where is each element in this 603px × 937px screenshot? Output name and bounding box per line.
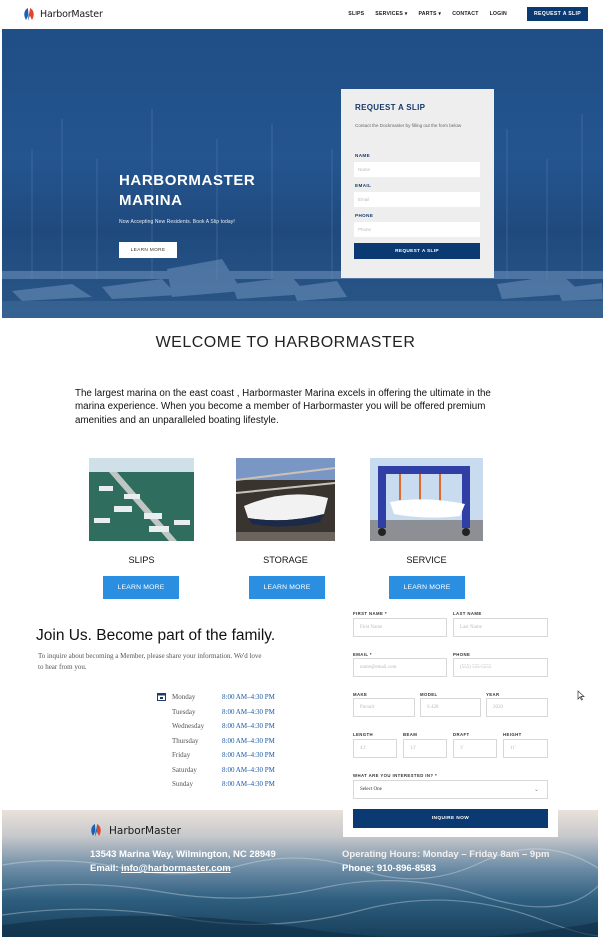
hours-day: Saturday [172,766,197,774]
phone-label: PHONE [453,652,471,657]
model-label: MODEL [420,692,438,697]
nav-link-slips[interactable]: SLIPS [348,11,364,17]
hours-time: 8:00 AM–4:30 PM [222,722,275,730]
service-card-slips: SLIPS LEARN MORE [89,458,194,599]
welcome-text: The largest marina on the east coast , H… [75,388,491,426]
service-label-service: SERVICE [406,555,447,565]
email-input[interactable]: Email [354,192,480,207]
slips-learn-more-button[interactable]: LEARN MORE [103,576,179,599]
hours-time: 8:00 AM–4:30 PM [222,693,275,701]
year-label: YEAR [486,692,500,697]
logo-icon [24,8,34,21]
name-input[interactable]: Name [354,162,480,177]
footer-phone: Phone: 910-896-8583 [342,863,436,874]
nav-link-parts[interactable]: PARTS ▾ [419,11,442,17]
caret-down-icon: ▾ [404,11,408,17]
footer-brand-logo[interactable]: HarborMaster [89,822,181,839]
height-input[interactable]: 11' [503,739,548,758]
cursor-icon [577,690,585,701]
beam-input[interactable]: 13' [403,739,447,758]
service-label-storage: STORAGE [263,555,308,565]
length-input[interactable]: 43' [353,739,397,758]
calendar-icon [157,693,166,701]
interest-selected-value: Select One [360,787,382,792]
storage-image [235,458,336,541]
interest-label: WHAT ARE YOU INTERESTED IN? * [353,773,438,778]
inquiry-form: FIRST NAME * First Name LAST NAME Last N… [343,607,558,837]
join-title: Join Us. Become part of the family. [36,627,276,644]
footer-brand-name: HarborMaster [109,824,181,837]
length-label: LENGTH [353,732,374,737]
service-image [370,458,483,541]
storage-learn-more-button[interactable]: LEARN MORE [249,576,325,599]
nav-link-label: PARTS [418,11,437,17]
make-input[interactable]: Pursuit [353,698,415,717]
first-name-label: FIRST NAME * [353,611,387,616]
nav-link-label: SERVICES [375,11,404,17]
slips-image [89,458,194,541]
welcome-title: WELCOME TO HARBORMASTER [155,334,416,351]
height-label: HEIGHT [503,732,522,737]
chevron-down-icon: ⌄ [533,787,539,793]
name-label: NAME [355,153,371,158]
footer-address: 13543 Marina Way, Wilmington, NC 28949 [90,849,276,860]
email-label: EMAIL * [353,652,372,657]
service-learn-more-button[interactable]: LEARN MORE [389,576,465,599]
service-card-service: SERVICE LEARN MORE [370,458,483,599]
beam-label: BEAM [403,732,418,737]
footer-hours: Operating Hours: Monday – Friday 8am – 9… [342,849,550,860]
hero-learn-more-button[interactable]: LEARN MORE [119,242,177,258]
model-input[interactable]: S 428 [420,698,481,717]
footer-email-link[interactable]: info@harbormaster.com [121,863,231,874]
logo-icon [91,824,101,837]
form-title: REQUEST A SLIP [355,103,426,112]
draft-input[interactable]: 3' [453,739,497,758]
request-slip-submit-button[interactable]: REQUEST A SLIP [354,243,480,259]
hours-day: Tuesday [172,708,196,716]
form-description: Contact the Dockmaster by filling out th… [355,123,462,128]
hero-section: HARBORMASTER MARINA Now Accepting New Re… [2,29,603,318]
hours-time: 8:00 AM–4:30 PM [222,751,275,759]
hero-background-image [2,109,603,318]
footer-email-label: Email: [90,863,122,874]
phone-input[interactable]: (555) 555-5555 [453,658,548,677]
top-nav: HarborMaster SLIPS SERVICES ▾ PARTS ▾ CO… [0,0,603,29]
nav-link-contact[interactable]: CONTACT [452,11,478,17]
service-card-storage: STORAGE LEARN MORE [235,458,336,599]
nav-link-login[interactable]: LOGIN [490,11,507,17]
phone-label: PHONE [355,213,374,218]
interest-select[interactable]: Select One ⌄ [353,780,548,799]
hours-day: Wednesday [172,722,205,730]
brand-logo[interactable]: HarborMaster [22,7,103,22]
hours-day: Friday [172,751,191,759]
email-label: EMAIL [355,183,372,188]
hours-time: 8:00 AM–4:30 PM [222,708,275,716]
hours-time: 8:00 AM–4:30 PM [222,766,275,774]
hours-day: Thursday [172,737,199,745]
nav-link-services[interactable]: SERVICES ▾ [375,11,407,17]
draft-label: DRAFT [453,732,470,737]
hero-title: HARBORMASTER MARINA [119,172,256,209]
hours-time: 8:00 AM–4:30 PM [222,737,275,745]
request-slip-nav-button[interactable]: REQUEST A SLIP [527,7,588,21]
hero-subtitle: Now Accepting New Residents. Book A Slip… [119,219,235,225]
phone-input[interactable]: Phone [354,222,480,237]
make-label: MAKE [353,692,368,697]
inquire-now-button[interactable]: INQUIRE NOW [353,809,548,828]
caret-down-icon: ▾ [438,11,442,17]
request-slip-form: REQUEST A SLIP Contact the Dockmaster by… [341,89,494,278]
hours-time: 8:00 AM–4:30 PM [222,780,275,788]
last-name-label: LAST NAME [453,611,482,616]
first-name-input[interactable]: First Name [353,618,447,637]
brand-name: HarborMaster [40,9,103,20]
hours-day: Monday [172,693,196,701]
hours-day: Sunday [172,780,193,788]
last-name-input[interactable]: Last Name [453,618,548,637]
service-label-slips: SLIPS [128,555,155,565]
nav-links: SLIPS SERVICES ▾ PARTS ▾ CONTACT LOGIN [348,11,507,17]
footer-email-line: Email: info@harbormaster.com [90,863,231,874]
year-input[interactable]: 2020 [486,698,548,717]
join-text: To inquire about becoming a Member, plea… [38,652,262,671]
email-input[interactable]: name@email.com [353,658,447,677]
